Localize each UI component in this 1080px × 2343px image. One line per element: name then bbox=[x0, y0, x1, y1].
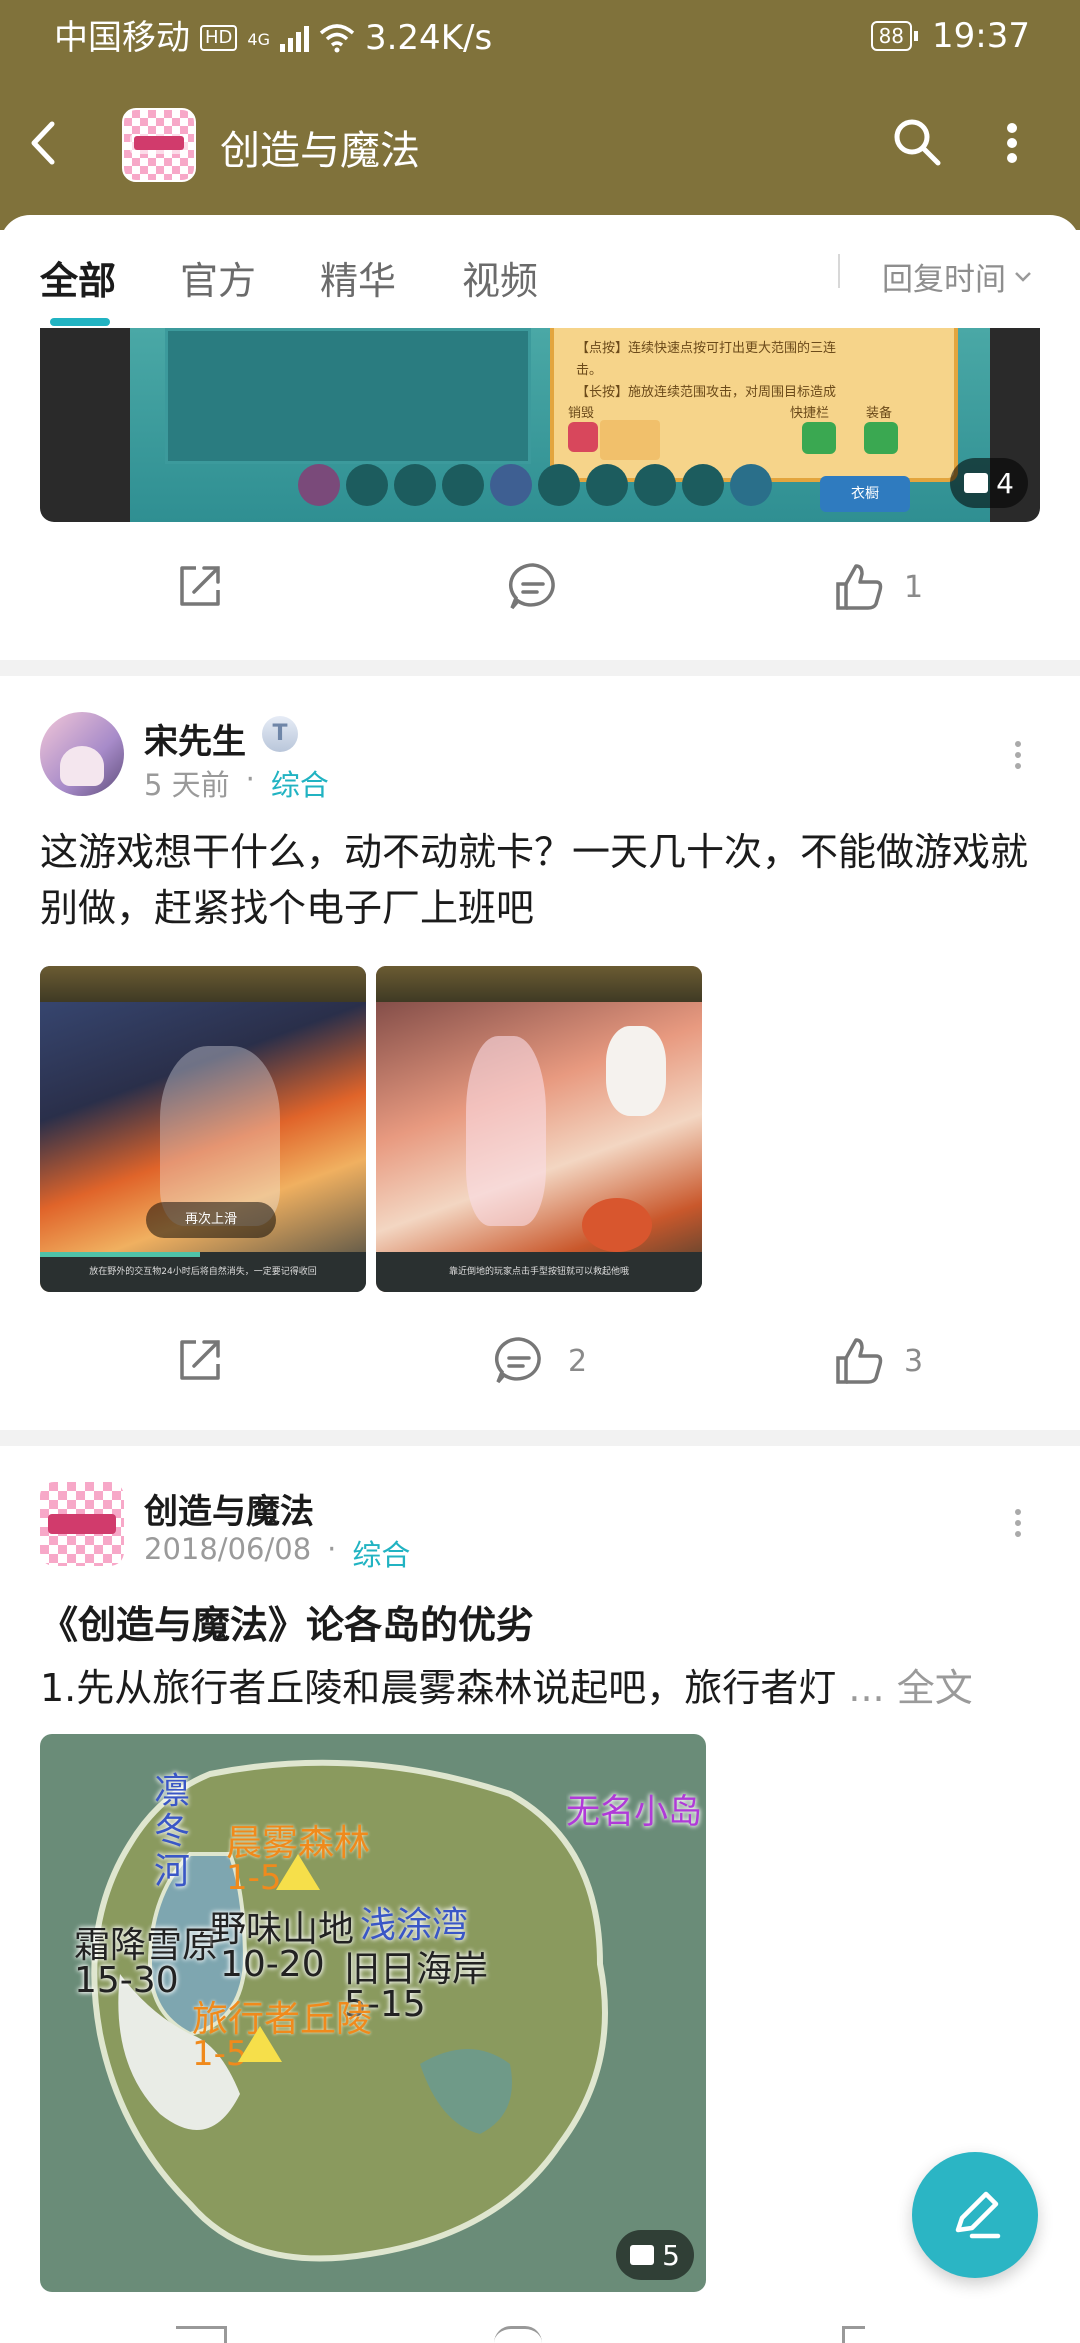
tab-divider bbox=[838, 254, 840, 288]
meta-dot: · bbox=[327, 1532, 337, 1566]
active-tab-indicator bbox=[50, 318, 110, 326]
status-bar-right: 88 19:37 bbox=[870, 16, 1030, 56]
post1-image[interactable]: 【点按】连续快速点按可打出更大范围的三连 击。 【长按】施放连续范围攻击，对周围… bbox=[40, 328, 1040, 522]
comment-icon[interactable] bbox=[494, 2326, 542, 2343]
tab-all[interactable]: 全部 bbox=[40, 250, 116, 305]
like-icon[interactable] bbox=[832, 1334, 886, 1388]
post3-full-text-link[interactable]: 全文 bbox=[897, 1666, 973, 1710]
post1-label-quickbar: 快捷栏 bbox=[790, 406, 830, 421]
post2-more-icon[interactable] bbox=[1008, 740, 1028, 770]
post3-image-count-badge: 5 bbox=[616, 2230, 694, 2280]
post2-image1-overlay: 再次上滑 bbox=[146, 1202, 276, 1238]
quickbar-icon bbox=[802, 422, 836, 454]
trash-icon bbox=[568, 422, 598, 452]
post2-avatar[interactable] bbox=[40, 712, 124, 796]
post2-image1-caption: 放在野外的交互物24小时后将自然消失，一定要记得收回 bbox=[89, 1267, 317, 1277]
image-stack-icon bbox=[630, 2245, 655, 2265]
post1-empty-slot bbox=[600, 420, 660, 460]
more-vertical-icon[interactable] bbox=[1000, 118, 1024, 168]
post3-ellipsis: ... bbox=[848, 1666, 885, 1710]
sort-dropdown[interactable]: 回复时间 bbox=[882, 254, 1032, 299]
wifi-icon bbox=[319, 24, 355, 53]
forest-marker-icon bbox=[276, 1854, 320, 1890]
post3-meta: 2018/06/08 · 综合 bbox=[144, 1532, 410, 1574]
post2-image2-caption: 靠近倒地的玩家点击手型按钮就可以救起他哦 bbox=[448, 1267, 629, 1277]
map-label-river: 凛冬河 bbox=[154, 1771, 191, 1892]
map-label-snow-level: 15-30 bbox=[74, 1960, 179, 2001]
level-badge-text: T bbox=[272, 721, 288, 746]
post3-more-icon[interactable] bbox=[1008, 1508, 1028, 1538]
battery-level: 88 bbox=[870, 21, 913, 51]
meta-dot: · bbox=[245, 762, 255, 796]
tab-official[interactable]: 官方 bbox=[180, 250, 256, 305]
search-icon[interactable] bbox=[890, 115, 944, 169]
forum-avatar[interactable] bbox=[122, 108, 196, 182]
post1-image-count-badge: 4 bbox=[950, 458, 1028, 508]
post1-label-destroy: 销毁 bbox=[568, 406, 595, 421]
share-icon[interactable] bbox=[174, 1334, 226, 1386]
image-stack-icon bbox=[964, 473, 989, 493]
like-icon[interactable] bbox=[832, 560, 886, 614]
comment-icon[interactable] bbox=[506, 560, 560, 614]
post3-author[interactable]: 创造与魔法 bbox=[144, 1484, 314, 1533]
post1-like-count: 1 bbox=[904, 570, 924, 605]
post3-title[interactable]: 《创造与魔法》论各岛的优劣 bbox=[40, 1594, 534, 1649]
post2-text[interactable]: 这游戏想干什么，动不动就卡？一天几十次，不能做游戏就别做，赶紧找个电子厂上班吧 bbox=[40, 824, 1040, 936]
post-divider bbox=[0, 660, 1080, 676]
back-arrow-icon[interactable] bbox=[24, 118, 60, 168]
like-icon[interactable] bbox=[842, 2326, 865, 2343]
share-icon[interactable] bbox=[174, 560, 226, 612]
signal-icon bbox=[279, 24, 309, 52]
carrier-label: 中国移动 bbox=[54, 18, 190, 58]
tab-video[interactable]: 视频 bbox=[462, 250, 538, 305]
post2-image-1[interactable]: 再次上滑 放在野外的交互物24小时后将自然消失，一定要记得收回 bbox=[40, 966, 366, 1292]
tab-featured[interactable]: 精华 bbox=[320, 250, 396, 305]
hd-icon: HD bbox=[200, 25, 238, 51]
compose-button[interactable] bbox=[912, 2152, 1038, 2278]
comment-icon[interactable] bbox=[492, 1334, 546, 1388]
post2-author[interactable]: 宋先生 bbox=[144, 714, 246, 763]
network-label: 4G bbox=[247, 30, 270, 49]
post3-category[interactable]: 综合 bbox=[352, 1532, 410, 1574]
map-label-wild-level: 10-20 bbox=[220, 1944, 325, 1985]
battery-icon: 88 bbox=[870, 21, 919, 51]
map-label-unnamed: 无名小岛 bbox=[566, 1792, 702, 1832]
post2-category[interactable]: 综合 bbox=[271, 762, 329, 804]
post2-comment-count: 2 bbox=[568, 1344, 588, 1379]
post2-meta: 5 天前 · 综合 bbox=[144, 762, 329, 804]
page-title: 创造与魔法 bbox=[220, 128, 420, 174]
post3-excerpt-row[interactable]: 1.先从旅行者丘陵和晨雾森林说起吧，旅行者灯 ... 全文 bbox=[40, 1660, 1040, 1716]
status-bar-left: 中国移动 HD 4G 3.24K/s bbox=[54, 16, 492, 60]
post1-image-text-3: 【长按】施放连续范围攻击，对周围目标造成 bbox=[576, 385, 837, 400]
post2-image-2[interactable]: 靠近倒地的玩家点击手型按钮就可以救起他哦 bbox=[376, 966, 702, 1292]
post3-image-count: 5 bbox=[662, 2238, 680, 2272]
post3-excerpt: 1.先从旅行者丘陵和晨雾森林说起吧，旅行者灯 bbox=[40, 1666, 837, 1710]
equip-icon bbox=[864, 422, 898, 454]
hills-marker-icon bbox=[238, 2026, 282, 2062]
pen-icon bbox=[955, 2191, 1001, 2239]
post2-time: 5 天前 bbox=[144, 768, 230, 802]
app-header: 中国移动 HD 4G 3.24K/s 88 19:37 创造与魔法 bbox=[0, 0, 1080, 230]
share-icon[interactable] bbox=[176, 2326, 227, 2343]
post3-map-image[interactable]: 凛冬河 晨雾森林 1-5 无名小岛 霜降雪原 15-30 野味山地 10-20 … bbox=[40, 1734, 706, 2292]
post1-item-slots bbox=[298, 464, 772, 506]
post-divider bbox=[0, 1430, 1080, 1446]
network-speed: 3.24K/s bbox=[364, 18, 493, 58]
map-label-forest-level: 1-5 bbox=[226, 1858, 282, 1898]
post3-time: 2018/06/08 bbox=[144, 1532, 312, 1566]
post1-wardrobe-button: 衣橱 bbox=[820, 476, 910, 512]
post1-label-equip: 装备 bbox=[866, 406, 893, 421]
post3-avatar[interactable] bbox=[40, 1482, 124, 1566]
clock: 19:37 bbox=[932, 16, 1030, 56]
level-badge-icon: T bbox=[262, 716, 298, 752]
post2-like-count: 3 bbox=[904, 1344, 924, 1379]
post1-image-text-1: 【点按】连续快速点按可打出更大范围的三连 bbox=[576, 341, 837, 356]
post1-image-count: 4 bbox=[996, 466, 1014, 500]
post1-image-text-2: 击。 bbox=[576, 363, 603, 378]
chevron-down-icon bbox=[1015, 271, 1031, 282]
sort-label: 回复时间 bbox=[882, 262, 1006, 298]
